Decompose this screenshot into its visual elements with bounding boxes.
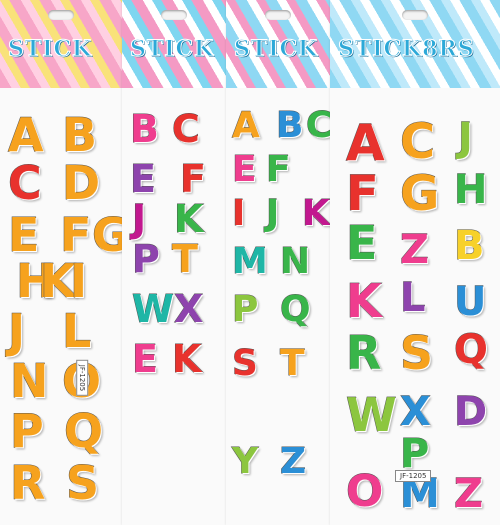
letter-sticker: K [302, 193, 330, 234]
sheet-header: STICK [0, 0, 122, 88]
letter-sticker: C [8, 156, 43, 210]
letter-sticker: P [132, 237, 161, 281]
letter-sticker: H [453, 167, 488, 213]
letter-sticker: C [305, 105, 330, 146]
sticker-sheet-3: STICK A B C E F I J K M N P Q S T Y Z [226, 0, 330, 525]
letter-sticker: A [8, 108, 45, 162]
letter-sticker: Z [399, 227, 430, 273]
letter-sticker: J [458, 115, 474, 161]
letter-sticker: T [280, 343, 306, 384]
letter-sticker: T [172, 237, 199, 281]
sheet-title: STICK8RS [338, 36, 475, 63]
sticker-sheet-1: STICKABCDEFGHKIJLNOPQRS [0, 0, 122, 525]
letter-sticker: K [173, 197, 204, 241]
letter-sticker: B [454, 223, 485, 269]
hang-hole [402, 10, 428, 20]
letter-sticker: J [131, 197, 147, 241]
letter-sticker: Z [279, 441, 307, 482]
sku-label: JF-1205 [76, 359, 89, 397]
letter-sticker: F [346, 166, 380, 222]
sticker-sheets-photo: STICKABCDEFGHKIJLNOPQRSSTICKBCEFJKPTWXEK… [0, 0, 500, 525]
letter-sticker: D [61, 156, 101, 210]
letter-sticker: S [232, 343, 259, 384]
sku-label: JF-1205 [395, 470, 432, 482]
letter-sticker: E [132, 337, 159, 381]
letter-sticker: F [59, 208, 92, 262]
letter-sticker: K [346, 274, 383, 328]
letter-sticker: F [180, 157, 207, 201]
letter-sticker: A [232, 105, 261, 146]
letter-sticker: L [400, 275, 426, 321]
letter-sticker: R [345, 326, 382, 380]
letter-sticker: Q [453, 327, 489, 373]
letter-sticker: A [346, 114, 386, 172]
hang-hole [161, 10, 187, 20]
letter-sticker: F [266, 149, 292, 190]
letter-sticker: C [399, 114, 436, 170]
letter-sticker: L [61, 304, 92, 358]
hang-hole [265, 10, 291, 20]
hang-hole [48, 10, 74, 20]
letter-sticker: E [345, 216, 378, 270]
letter-sticker: B [130, 107, 160, 151]
sheet-header: STICK8RS [330, 0, 500, 88]
letter-sticker: X [400, 389, 432, 435]
letter-sticker: Y [231, 441, 259, 482]
letter-sticker: I [69, 254, 88, 308]
letter-sticker: E [232, 149, 258, 190]
letter-sticker: Q [63, 404, 104, 458]
sticker-sheet-4: STICK8RS A C J F G H E Z B K L U R S Q W X D P O M Z [330, 0, 500, 525]
letter-sticker: R [9, 456, 46, 510]
letter-sticker: E [7, 208, 40, 262]
letter-sticker: D [453, 389, 488, 435]
letter-sticker: E [130, 157, 157, 201]
letter-sticker: Z [453, 471, 484, 517]
letter-sticker: X [173, 287, 204, 331]
letter-sticker: B [275, 105, 304, 146]
letter-sticker: B [61, 108, 98, 162]
letter-sticker: J [7, 304, 26, 358]
letter-sticker: K [171, 337, 202, 381]
letter-sticker: P [231, 289, 259, 330]
letter-sticker: O [345, 466, 384, 517]
letter-sticker: C [172, 107, 201, 151]
sheet-title: STICK [129, 36, 215, 63]
letter-sticker: J [265, 193, 280, 234]
sheet-title: STICK [7, 36, 93, 63]
letter-sticker: P [10, 404, 45, 458]
letter-sticker: S [399, 326, 434, 380]
letter-sticker: N [279, 241, 311, 282]
letter-sticker: I [231, 193, 246, 234]
letter-sticker: W [346, 388, 398, 442]
letter-sticker: G [399, 166, 440, 222]
sheet-header: STICK [122, 0, 226, 88]
letter-sticker: S [65, 456, 100, 510]
sticker-sheet-2: STICK B C E F J K P T W X E K [122, 0, 226, 525]
letter-sticker: P [399, 431, 430, 477]
letter-sticker: Q [280, 289, 312, 330]
letter-sticker: U [453, 279, 487, 325]
sheet-title: STICK [233, 36, 319, 63]
letter-sticker: M [232, 241, 269, 282]
letter-sticker: G [92, 208, 122, 262]
letter-sticker: N [10, 354, 49, 408]
sheet-header: STICK [226, 0, 330, 88]
letter-sticker: W [132, 287, 175, 331]
